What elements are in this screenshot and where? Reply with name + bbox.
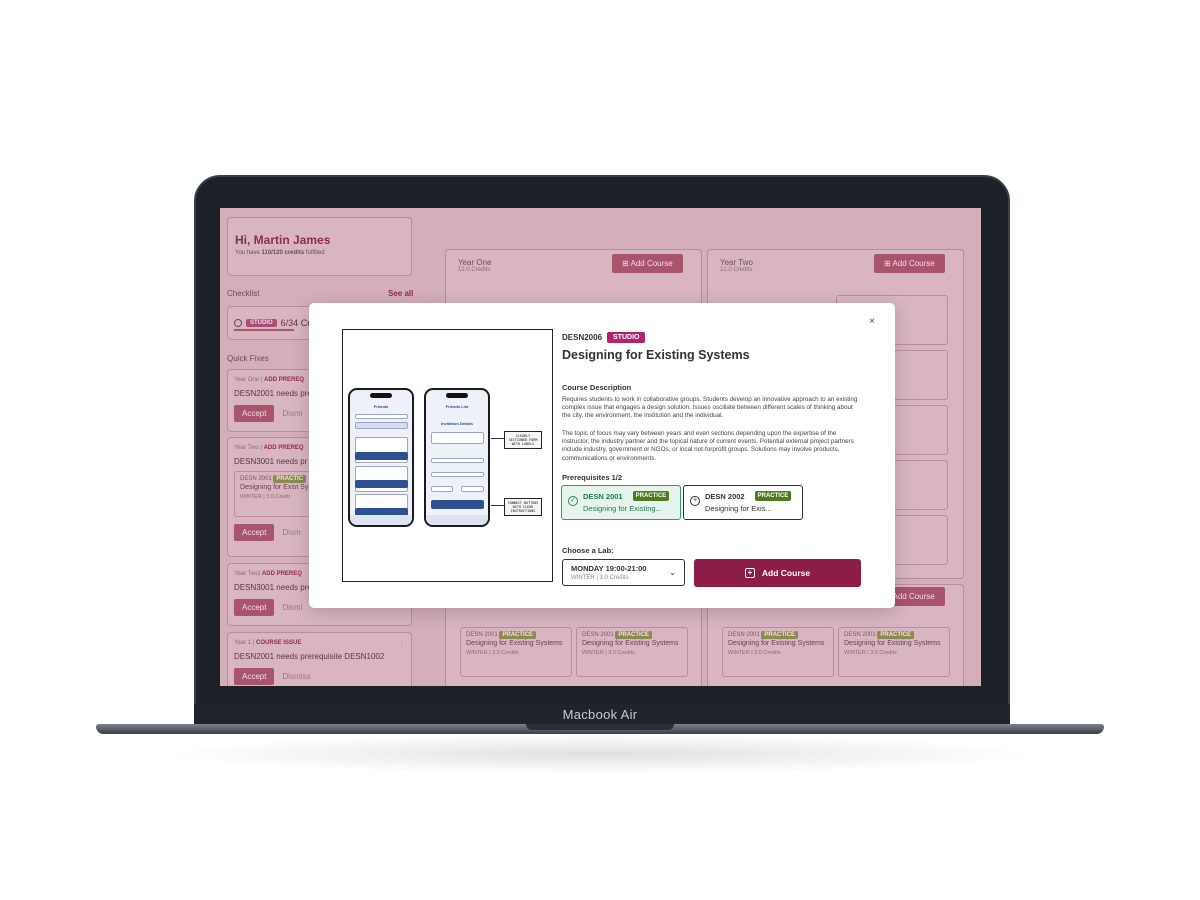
accept-button[interactable]: Accept (234, 668, 275, 685)
accept-button[interactable]: Accept (234, 405, 275, 422)
quick-fix-card: Year 1 | COURSE ISSUE ⋮ DESN2001 needs pr… (227, 632, 412, 686)
studio-badge: STUDIO (607, 332, 646, 343)
accept-button[interactable]: Accept (234, 599, 275, 616)
plus-circle-icon: + (690, 496, 700, 506)
plus-square-icon: ⊞ (622, 259, 629, 268)
prerequisite-card-add[interactable]: + DESN 2002 PRACTICE Designing for Exis..… (683, 485, 803, 520)
plus-square-icon: ⊞ (884, 259, 891, 268)
checklist-see-all-link[interactable]: See all (388, 289, 413, 298)
close-icon[interactable]: × (869, 316, 875, 327)
dismiss-button[interactable]: Dismi (282, 409, 302, 418)
more-options-icon[interactable]: ⋮ (399, 640, 405, 647)
course-detail-modal: × Friends Friends List Invitation Detail… (309, 303, 895, 608)
course-card[interactable]: DESN 2001 PRACTICE Designing for Existin… (722, 627, 834, 677)
laptop-shadow (160, 734, 1040, 774)
plus-square-icon: + (744, 568, 755, 578)
accept-button[interactable]: Accept (234, 524, 275, 541)
description-paragraph: Requires students to work in collaborati… (562, 396, 858, 420)
checklist-title: Checklist (227, 289, 260, 298)
quick-fixes-title: Quick Fixes (227, 354, 269, 363)
course-title: Designing for Existing Systems (562, 348, 750, 362)
greeting-title: Hi, Martin James (235, 233, 331, 247)
lab-select[interactable]: MONDAY 19:00-21:00 WINTER | 3.0 Credits … (562, 559, 685, 586)
timer-icon (234, 319, 242, 327)
greeting-card: Hi, Martin James You have 110/120 credit… (227, 217, 412, 276)
check-circle-icon: ✓ (568, 496, 578, 506)
description-heading: Course Description (562, 383, 632, 392)
course-code: DESN2006 (562, 333, 603, 342)
dismiss-button[interactable]: Dism (282, 528, 300, 537)
add-course-button[interactable]: + Add Course (694, 559, 861, 587)
laptop-screen: Hi, Martin James You have 110/120 credit… (220, 208, 981, 686)
dismiss-button[interactable]: Dismi (282, 603, 302, 612)
lab-heading: Choose a Lab: (562, 546, 614, 555)
phone-mockup: Friends (348, 388, 414, 527)
prerequisites-heading: Prerequisites 1/2 (562, 473, 623, 482)
annotation-callout: CONNECT BUTTONS WITH CLEAR INSTRUCTIONS (504, 498, 542, 517)
course-preview-image: Friends Friends List Invitation Details (342, 329, 553, 582)
course-header: DESN2006 STUDIO (562, 332, 646, 343)
course-card[interactable]: DESN 2001 PRACTICE Designing for Existin… (576, 627, 688, 677)
chevron-down-icon: ⌄ (669, 568, 676, 577)
course-card[interactable]: DESN 2001 PRACTICE Designing for Existin… (460, 627, 572, 677)
annotation-callout: CLEARLY SECTIONED FORM WITH LABELS (504, 431, 542, 450)
practice-badge: PRACTICE (632, 491, 670, 501)
prerequisite-card-completed[interactable]: ✓ DESN 2001 PRACTICE Designing for Existi… (561, 485, 681, 520)
user-name: Martin James (253, 233, 331, 247)
laptop-notch (526, 724, 674, 730)
practice-badge: PRACTICE (754, 491, 792, 501)
add-course-button[interactable]: ⊞ Add Course (612, 254, 683, 273)
credits-summary: You have 110/120 credits fulfilled (235, 250, 325, 256)
device-label: Macbook Air (562, 707, 638, 722)
dismiss-button[interactable]: Dismiss (282, 672, 310, 681)
course-card[interactable]: DESN 2001 PRACTICE Designing for Existin… (838, 627, 950, 677)
phone-mockup: Friends List Invitation Details (424, 388, 490, 527)
studio-badge: STUDIO (246, 319, 277, 327)
checklist-progress-bar (234, 329, 294, 331)
description-paragraph: The topic of focus may vary between year… (562, 430, 854, 462)
add-course-button[interactable]: ⊞ Add Course (874, 254, 945, 273)
